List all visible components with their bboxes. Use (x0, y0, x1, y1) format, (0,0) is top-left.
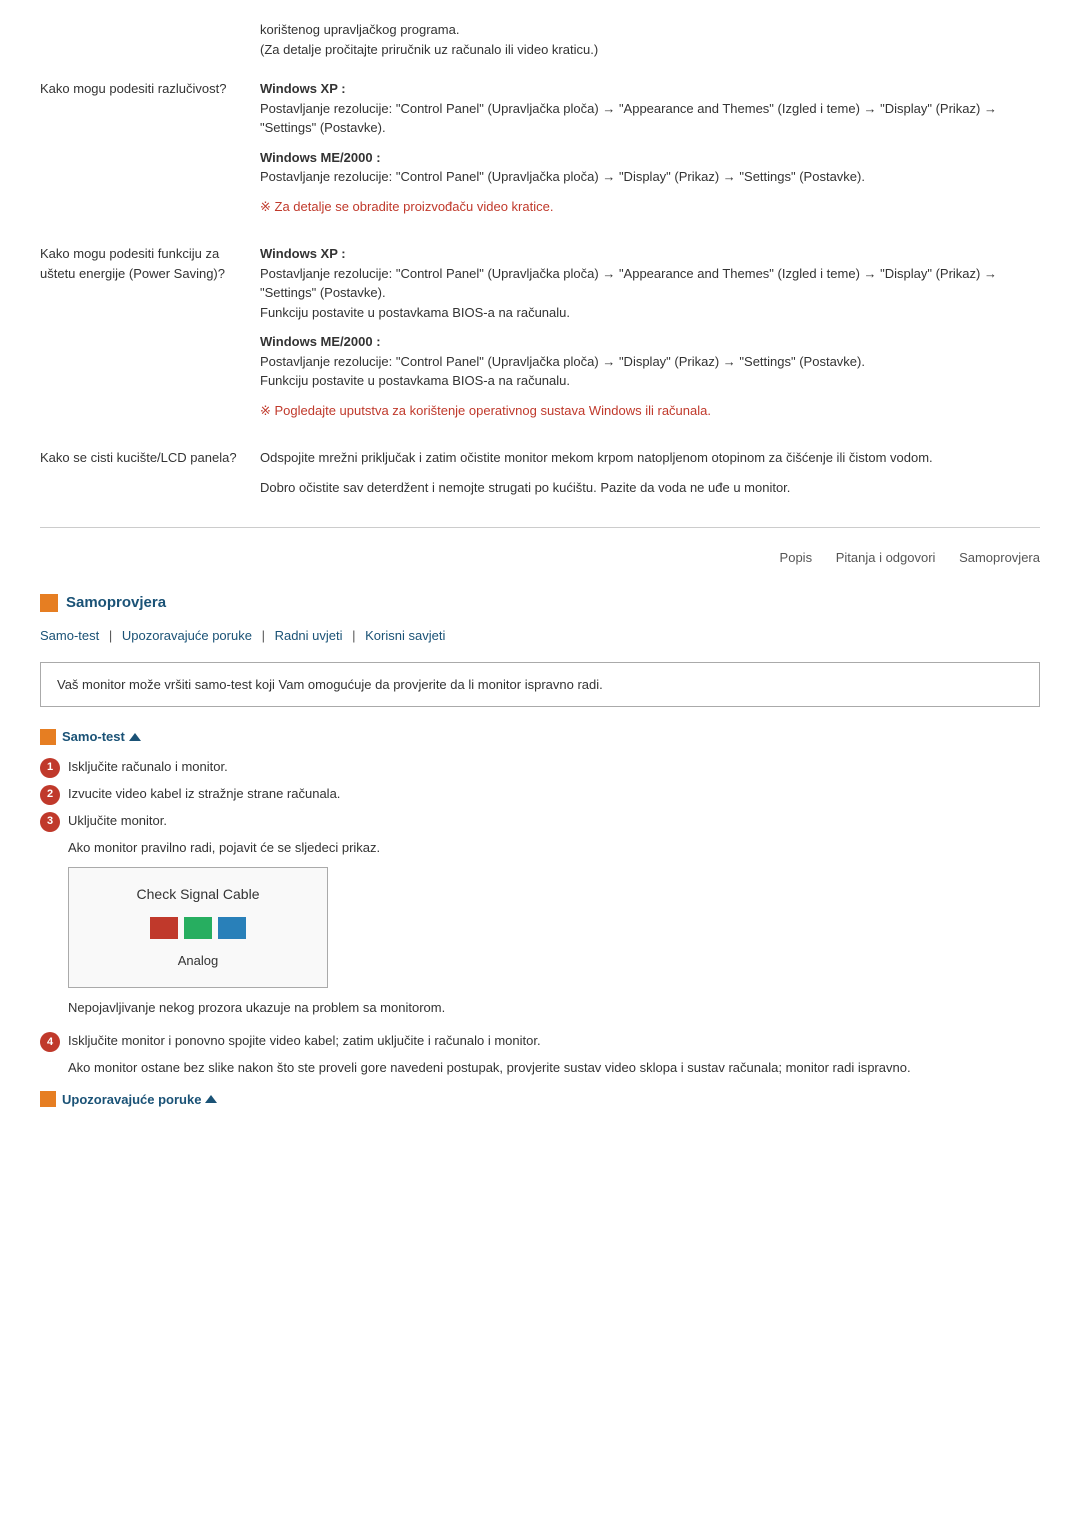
faq-text-2-1: Postavljanje rezolucije: "Control Panel"… (260, 266, 997, 320)
intro-line2: (Za detalje pročitajte priručnik uz raču… (260, 42, 598, 57)
faq-note-2: ※ Pogledajte uputstva za korištenje oper… (260, 403, 711, 418)
upozor-icon (40, 1091, 56, 1107)
warning-text: Nepojavljivanje nekog prozora ukazuje na… (68, 998, 1040, 1018)
faq-item-2: Kako mogu podesiti funkciju za uštetu en… (40, 244, 1040, 430)
step-3: 3 Uključite monitor. (40, 811, 1040, 832)
color-bar-blue (218, 917, 246, 939)
nav-link-samo-test[interactable]: Samo-test (40, 628, 99, 643)
step-text-3: Uključite monitor. (68, 811, 1040, 831)
step-text-4: Isključite monitor i ponovno spojite vid… (68, 1031, 1040, 1051)
nav-link-korisni[interactable]: Korisni savjeti (365, 628, 445, 643)
upozor-bar: Upozoravajuće poruke (40, 1090, 1040, 1110)
color-bar-red (150, 917, 178, 939)
faq-note-1: ※ Za detalje se obradite proizvođaču vid… (260, 199, 553, 214)
nav-links: Samo-test | Upozoravajuće poruke | Radni… (40, 626, 1040, 646)
faq-item-3: Kako se cisti kucište/LCD panela? Odspoj… (40, 448, 1040, 507)
step-4-sub: Ako monitor ostane bez slike nakon što s… (68, 1058, 1040, 1078)
step-list: 1 Isključite računalo i monitor. 2 Izvuc… (40, 757, 1040, 1018)
signal-box: Check Signal Cable Analog (68, 867, 328, 988)
nav-popis[interactable]: Popis (780, 550, 813, 565)
step-1: 1 Isključite računalo i monitor. (40, 757, 1040, 778)
nav-pitanja[interactable]: Pitanja i odgovori (836, 550, 936, 565)
step-num-1: 1 (40, 758, 60, 778)
step-3-sub: Ako monitor pravilno radi, pojavit će se… (68, 838, 1040, 858)
faq-value-3: Odspojite mrežni priključak i zatim očis… (260, 448, 1040, 507)
faq-label-2: Kako mogu podesiti funkciju za uštetu en… (40, 244, 260, 430)
faq-value-2: Windows XP : Postavljanje rezolucije: "C… (260, 244, 1040, 430)
step-text-2: Izvucite video kabel iz stražnje strane … (68, 784, 1040, 804)
faq-label-1: Kako mogu podesiti razlučivost? (40, 79, 260, 226)
upozor-arrow-icon (205, 1095, 217, 1103)
faq-label-3: Kako se cisti kucište/LCD panela? (40, 448, 260, 507)
faq-item-1: Kako mogu podesiti razlučivost? Windows … (40, 79, 1040, 226)
nav-link-radni[interactable]: Radni uvjeti (275, 628, 343, 643)
samo-test-title: Samo-test (40, 727, 1040, 747)
signal-box-sub: Analog (85, 951, 311, 971)
nav-sep-3: | (352, 628, 359, 643)
faq-heading-2-2: Windows ME/2000 : (260, 334, 381, 349)
nav-sep-1: | (109, 628, 116, 643)
section-title-bar: Samoprovjera (40, 592, 1040, 615)
step-num-3: 3 (40, 812, 60, 832)
faq-heading-1-2: Windows ME/2000 : (260, 150, 381, 165)
faq-text-3-1: Odspojite mrežni priključak i zatim očis… (260, 450, 933, 465)
nav-samoprovjera[interactable]: Samoprovjera (959, 550, 1040, 565)
section-title-icon (40, 594, 58, 612)
step-num-4: 4 (40, 1032, 60, 1052)
color-bar-green (184, 917, 212, 939)
faq-heading-1-1: Windows XP : (260, 81, 346, 96)
info-box: Vaš monitor može vršiti samo-test koji V… (40, 662, 1040, 708)
faq-heading-2-1: Windows XP : (260, 246, 346, 261)
nav-link-upozor[interactable]: Upozoravajuće poruke (122, 628, 252, 643)
faq-text-2-2: Postavljanje rezolucije: "Control Panel"… (260, 354, 865, 389)
step-text-1: Isključite računalo i monitor. (68, 757, 1040, 777)
nav-sep-2: | (262, 628, 269, 643)
upozor-label: Upozoravajuće poruke (62, 1090, 201, 1110)
bottom-nav: Popis Pitanja i odgovori Samoprovjera (40, 548, 1040, 568)
intro-line1: korištenog upravljačkog programa. (260, 22, 459, 37)
faq-text-3-2: Dobro očistite sav deterdžent i nemojte … (260, 480, 790, 495)
intro-section: korištenog upravljačkog programa. (Za de… (40, 20, 1040, 59)
step-2: 2 Izvucite video kabel iz stražnje stran… (40, 784, 1040, 805)
samoprovjera-section: Samoprovjera Samo-test | Upozoravajuće p… (40, 592, 1040, 1110)
faq-text-1-2: Postavljanje rezolucije: "Control Panel"… (260, 169, 865, 184)
subsection-icon (40, 729, 56, 745)
step-num-2: 2 (40, 785, 60, 805)
section-title: Samoprovjera (66, 592, 166, 615)
info-text: Vaš monitor može vršiti samo-test koji V… (57, 677, 603, 692)
section-divider (40, 527, 1040, 528)
faq-text-1-1: Postavljanje rezolucije: "Control Panel"… (260, 101, 997, 136)
signal-box-title: Check Signal Cable (85, 884, 311, 905)
intro-text: korištenog upravljačkog programa. (Za de… (260, 20, 1040, 59)
color-bars (85, 917, 311, 939)
faq-value-1: Windows XP : Postavljanje rezolucije: "C… (260, 79, 1040, 226)
arrow-up-icon (129, 733, 141, 741)
step-4: 4 Isključite monitor i ponovno spojite v… (40, 1031, 1040, 1052)
